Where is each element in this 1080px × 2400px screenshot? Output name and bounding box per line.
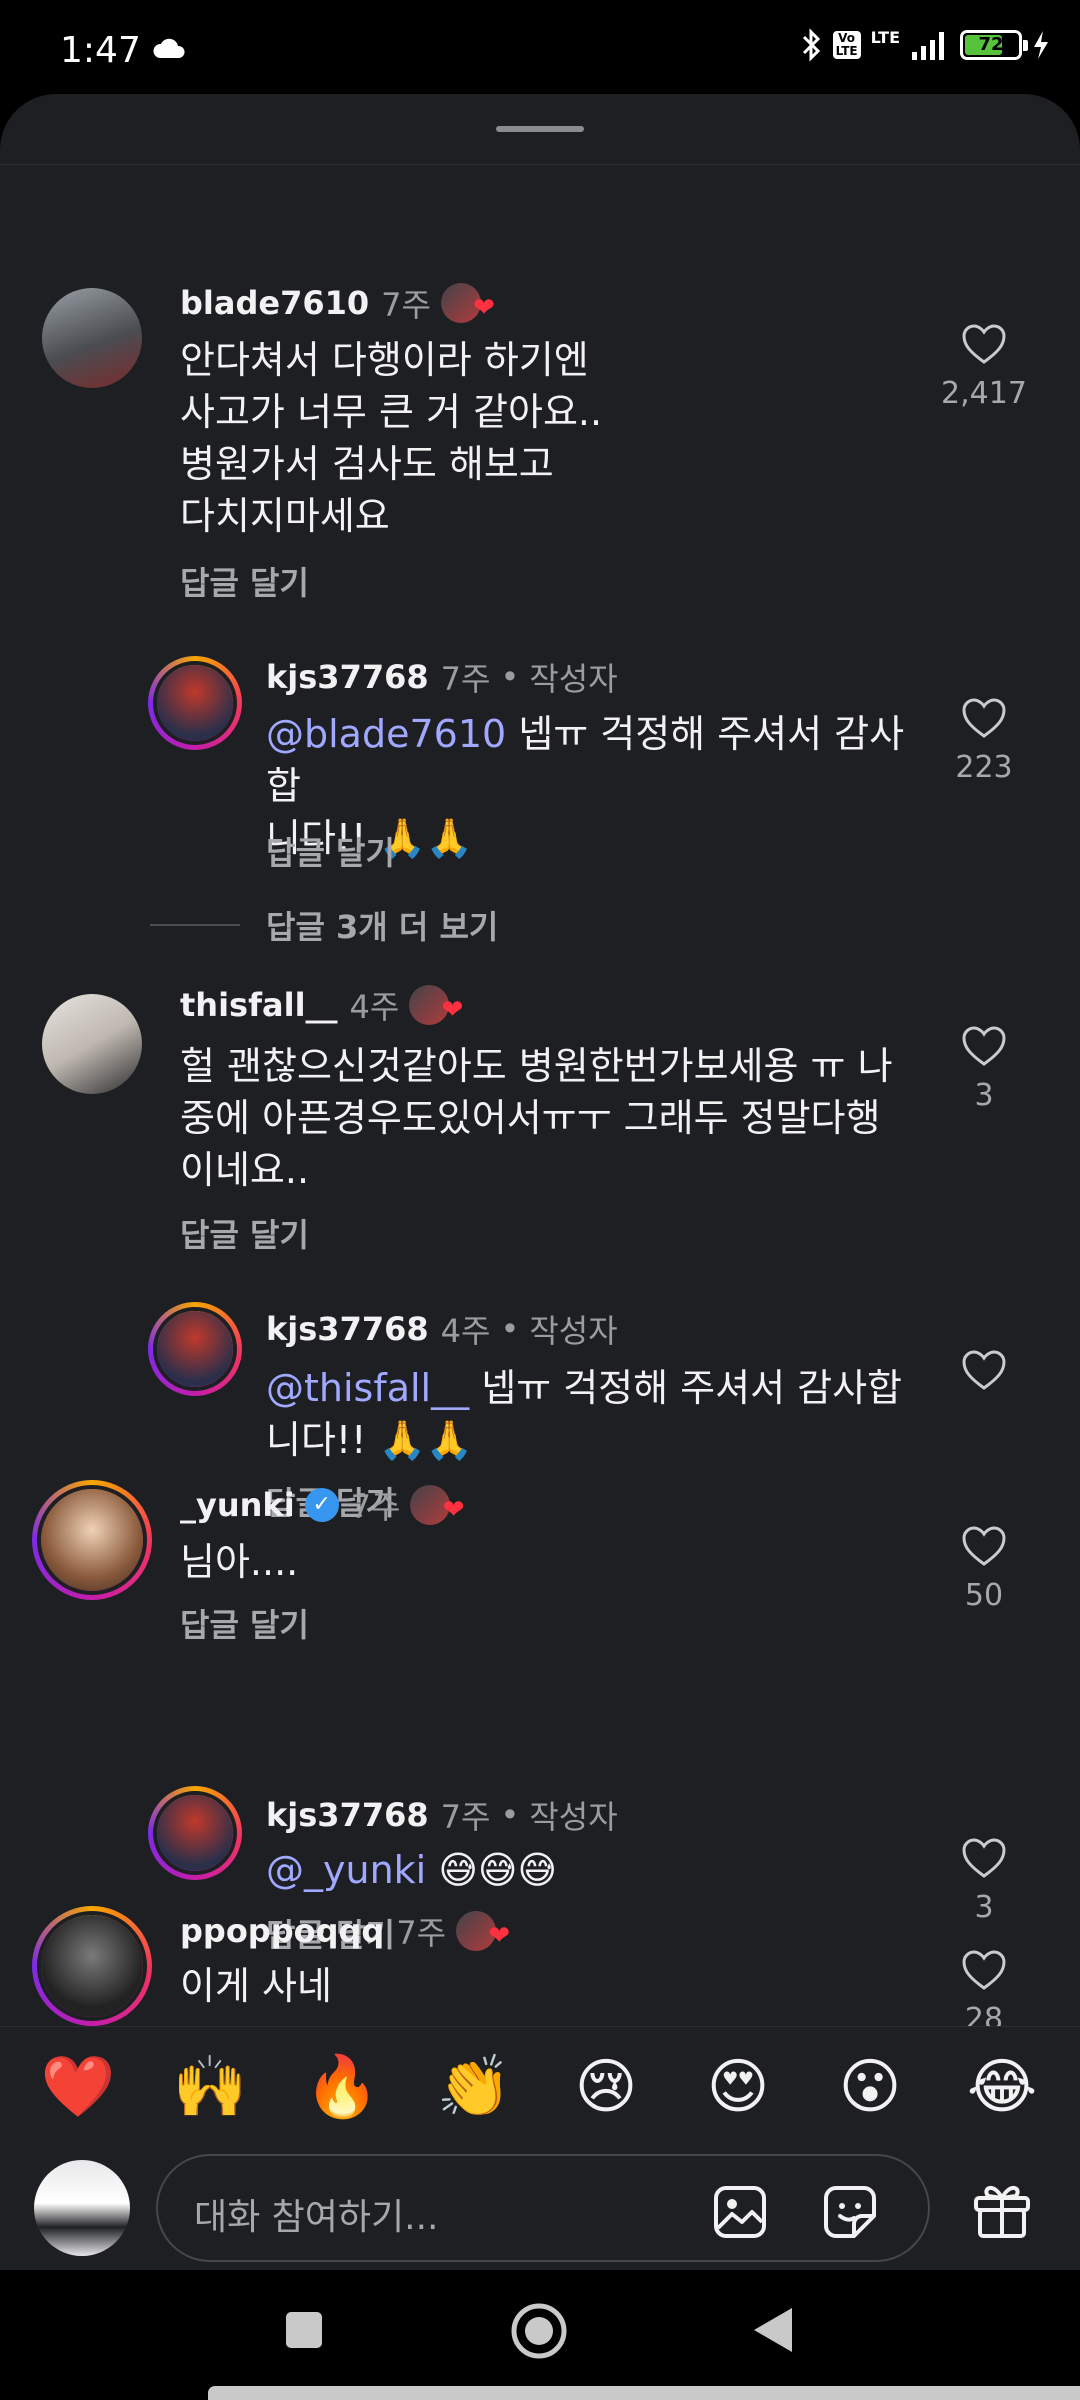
author-liked-icon: ❤ bbox=[456, 1911, 510, 1951]
author-tag: 작성자 bbox=[529, 1312, 618, 1350]
network-type: LTE bbox=[870, 27, 900, 47]
battery-icon: 72 bbox=[960, 30, 1028, 60]
emoji-fire[interactable]: 🔥 bbox=[287, 2051, 397, 2122]
avatar[interactable] bbox=[148, 1786, 242, 1880]
heart-outline-icon[interactable] bbox=[960, 322, 1008, 366]
view-more-replies-button[interactable]: 답글 3개 더 보기 bbox=[150, 902, 498, 948]
emoji-surprised[interactable]: 😮 bbox=[815, 2052, 925, 2122]
reply-button[interactable]: 답글 달기 bbox=[266, 828, 395, 874]
username[interactable]: _yunki bbox=[180, 1486, 295, 1524]
back-icon[interactable] bbox=[752, 2306, 794, 2354]
like-count: 50 bbox=[964, 1578, 1004, 1613]
like-count: 2,417 bbox=[941, 376, 1027, 411]
comment-age: 4주 bbox=[440, 1312, 491, 1350]
status-time: 1:47 bbox=[60, 30, 141, 71]
avatar[interactable] bbox=[42, 994, 142, 1094]
username[interactable]: kjs37768 bbox=[266, 1310, 429, 1348]
quick-reaction-bar: ❤️ 🙌 🔥 👏 😢 😍 😮 😂 bbox=[0, 2026, 1080, 2146]
verified-badge-icon: ✓ bbox=[304, 1488, 339, 1522]
author-tag: 작성자 bbox=[529, 660, 618, 698]
volte-badge: Vo LTE bbox=[832, 31, 861, 59]
comment-age: 7주 bbox=[396, 1914, 447, 1952]
comment-text: 안다쳐서 다행이라 하기엔 사고가 너무 큰 거 같아요.. 병원가서 검사도 … bbox=[180, 338, 603, 538]
reply-button[interactable]: 답글 달기 bbox=[180, 558, 309, 604]
emoji-heart[interactable]: ❤️ bbox=[23, 2051, 133, 2122]
comment-age: 4주 bbox=[349, 988, 400, 1026]
gesture-bar bbox=[208, 2386, 1080, 2400]
like-button[interactable]: 2,417 bbox=[914, 322, 1054, 411]
like-count: 223 bbox=[955, 750, 1013, 785]
author-liked-icon: ❤ bbox=[440, 283, 495, 323]
like-button[interactable]: 28 bbox=[914, 1948, 1054, 2026]
comment-age: 7주 bbox=[381, 286, 431, 324]
home-icon[interactable] bbox=[510, 2302, 568, 2360]
comment-input[interactable]: 대화 참여하기... bbox=[156, 2154, 930, 2262]
charging-icon bbox=[1034, 31, 1048, 59]
author-liked-icon: ❤ bbox=[410, 1485, 464, 1525]
bluetooth-icon bbox=[802, 28, 820, 62]
mention-link[interactable]: @blade7610 bbox=[266, 712, 506, 756]
emoji-raised-hands[interactable]: 🙌 bbox=[155, 2051, 265, 2122]
comment-input-placeholder: 대화 참여하기... bbox=[194, 2197, 439, 2238]
comment-text: 님아.... bbox=[180, 1540, 299, 1584]
heart-outline-icon[interactable] bbox=[960, 1348, 1008, 1392]
mention-link[interactable]: @_yunki bbox=[266, 1848, 426, 1892]
system-navigation-bar bbox=[0, 2270, 1080, 2400]
comment-text: 헐 괜찮으신것같아도 병원한번가보세용 ㅠ 나 중에 아픈경우도있어서ㅠㅜ 그래… bbox=[180, 1044, 893, 1192]
status-bar: 1:47 Vo LTE LTE 72 bbox=[0, 0, 1080, 96]
emoji-heart-eyes[interactable]: 😍 bbox=[683, 2052, 793, 2122]
like-count: 3 bbox=[974, 1890, 994, 1925]
comment-age: 7주 bbox=[440, 660, 491, 698]
heart-outline-icon[interactable] bbox=[960, 1836, 1008, 1880]
like-button[interactable]: 50 bbox=[914, 1524, 1054, 1613]
username[interactable]: kjs37768 bbox=[266, 658, 429, 696]
heart-outline-icon[interactable] bbox=[960, 1024, 1008, 1068]
cloud-icon bbox=[153, 38, 185, 58]
like-button[interactable]: 223 bbox=[914, 696, 1054, 785]
emoji-crying[interactable]: 😢 bbox=[551, 2052, 661, 2122]
heart-outline-icon[interactable] bbox=[960, 696, 1008, 740]
author-tag: 작성자 bbox=[529, 1798, 618, 1836]
reply-button[interactable]: 답글 달기 bbox=[180, 1210, 309, 1256]
comment-composer: 대화 참여하기... bbox=[0, 2146, 1080, 2270]
comments-sheet: blade7610 7주 ❤ 안다쳐서 다행이라 하기엔 사고가 너무 큰 거 … bbox=[0, 94, 1080, 2270]
author-liked-icon: ❤ bbox=[409, 985, 463, 1025]
emoji-clap[interactable]: 👏 bbox=[419, 2051, 529, 2122]
username[interactable]: ppoppoqqq bbox=[180, 1912, 384, 1950]
avatar[interactable] bbox=[32, 1480, 152, 1600]
like-button[interactable]: 3 bbox=[914, 1024, 1054, 1113]
sticker-icon[interactable] bbox=[820, 2182, 880, 2242]
comment-age: 7주 bbox=[440, 1798, 491, 1836]
mention-link[interactable]: @thisfall__ bbox=[266, 1366, 469, 1410]
signal-icon bbox=[912, 32, 944, 60]
like-count: 28 bbox=[964, 2002, 1004, 2026]
reply-button[interactable]: 답글 달기 bbox=[180, 1600, 309, 1646]
comment-text: 이게 사네 bbox=[180, 1964, 332, 2008]
username[interactable]: blade7610 bbox=[180, 284, 369, 322]
username[interactable]: thisfall__ bbox=[180, 986, 338, 1024]
avatar[interactable] bbox=[148, 1302, 242, 1396]
username[interactable]: kjs37768 bbox=[266, 1796, 429, 1834]
avatar[interactable] bbox=[42, 288, 142, 388]
comment-text: @_yunki 😅😅😅 bbox=[266, 1848, 558, 1892]
heart-outline-icon[interactable] bbox=[960, 1524, 1008, 1568]
like-button[interactable] bbox=[914, 1348, 1054, 1396]
avatar[interactable] bbox=[32, 1906, 152, 2026]
like-button[interactable]: 3 bbox=[914, 1836, 1054, 1925]
my-avatar bbox=[34, 2160, 130, 2256]
emoji-laughing[interactable]: 😂 bbox=[947, 2052, 1057, 2122]
avatar[interactable] bbox=[148, 656, 242, 750]
comments-list[interactable]: blade7610 7주 ❤ 안다쳐서 다행이라 하기엔 사고가 너무 큰 거 … bbox=[0, 94, 1080, 2026]
comment-text: @thisfall__ 넵ㅠ 걱정해 주셔서 감사합 니다!! 🙏🙏 bbox=[266, 1366, 903, 1462]
like-count: 3 bbox=[974, 1078, 994, 1113]
heart-outline-icon[interactable] bbox=[960, 1948, 1008, 1992]
image-icon[interactable] bbox=[710, 2182, 770, 2242]
comment-age: 7주 bbox=[350, 1488, 401, 1526]
recents-icon[interactable] bbox=[284, 2310, 324, 2350]
gift-icon[interactable] bbox=[970, 2176, 1034, 2240]
